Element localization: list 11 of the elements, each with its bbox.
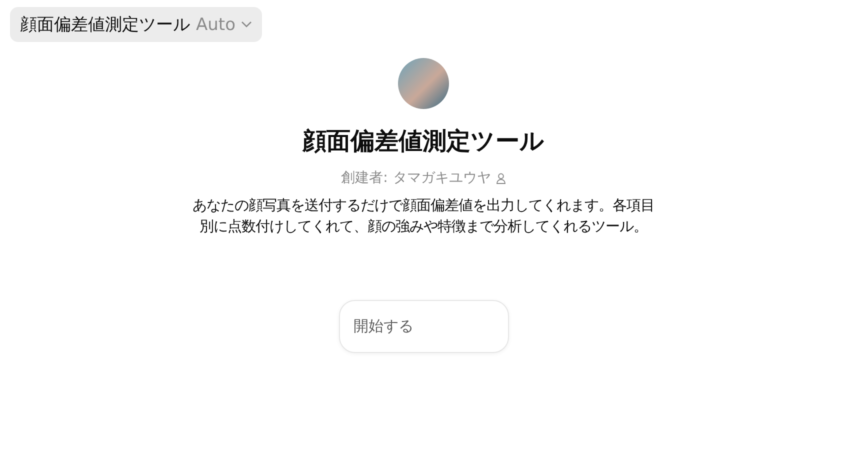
person-icon [496, 172, 506, 184]
conversation-starter[interactable]: 開始する [338, 300, 508, 353]
creator-label: 創建者: [341, 169, 388, 187]
creator-name: タマガキユウヤ [392, 169, 491, 187]
photo-placeholder [398, 58, 449, 109]
chevron-down-icon [241, 21, 252, 28]
model-selector[interactable]: 顔面偏差値測定ツール Auto [10, 7, 262, 42]
model-name: 顔面偏差値測定ツール [20, 14, 190, 36]
gpt-title: 顔面偏差値測定ツール [302, 126, 544, 157]
model-mode: Auto [196, 14, 236, 34]
gpt-description: あなたの顔写真を送付するだけで顔面偏差値を出力してくれます。各項目別に点数付けしてくれて、顔の強みや特徴まで分析してくれるツール。 [192, 197, 654, 237]
